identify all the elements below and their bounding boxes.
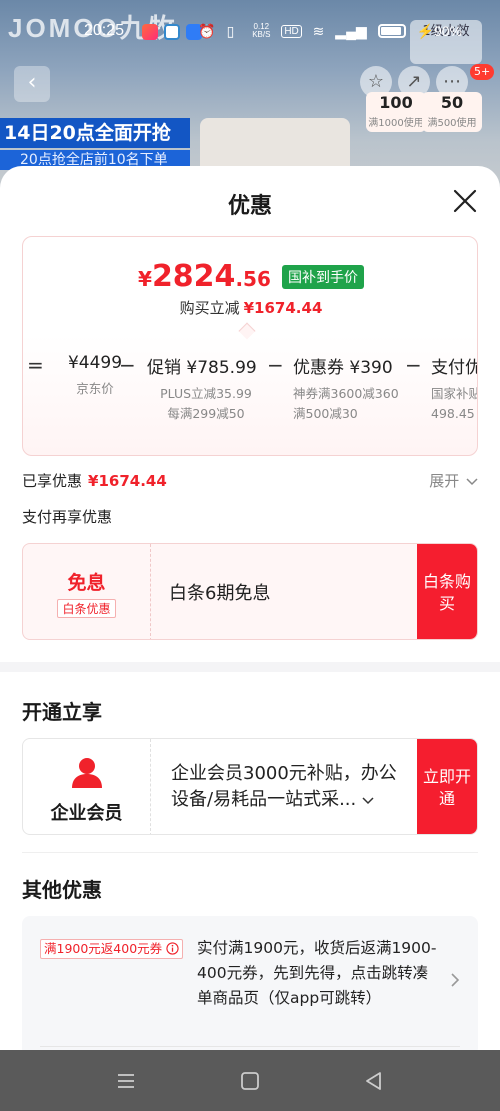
minus-sign: −: [267, 353, 284, 377]
other-offer-card[interactable]: 满1900元返400元券 实付满1900元，收货后返满1900-400元券，先到…: [22, 916, 478, 1050]
promotion-item: 促销 ¥785.99 PLUS立减35.99 每满299减50: [147, 358, 257, 421]
coupon-condition: 满500使用: [427, 118, 477, 129]
divider: [22, 852, 478, 853]
home-icon[interactable]: [239, 1070, 261, 1092]
battery-level: 90%: [433, 23, 462, 40]
close-icon[interactable]: [450, 186, 480, 216]
coupon-value: 50: [440, 93, 464, 112]
final-price: ¥2824.56: [138, 259, 271, 294]
coupon-card: 100 满1000使用: [366, 92, 426, 132]
app-notification-icon: [142, 23, 158, 40]
battery-icon: [377, 24, 406, 39]
hd-icon: HD: [281, 24, 302, 38]
signal-icon: ▂▄▆: [335, 22, 367, 39]
notification-badge: 5+: [470, 64, 495, 80]
open-section-title: 开通立享: [22, 700, 102, 724]
coupon-condition: 满1000使用: [368, 118, 424, 129]
enjoyed-discount: 已享优惠 ¥1674.44: [22, 472, 167, 490]
minus-sign: −: [405, 353, 422, 377]
gov-subsidy-tag: 国补到手价: [281, 264, 364, 289]
offer-description: 实付满1900元，收货后返满1900-400元券，先到先得，点击跳转凑单商品页（…: [197, 939, 437, 1007]
status-bar: 20:25 ⏰ ▯ 0.12 KB/S HD ≋ ▂▄▆ ⚡90%: [0, 16, 500, 50]
member-label: 企业会员: [50, 803, 123, 824]
app-notification-icon: [164, 23, 180, 40]
clock: 20:25: [84, 22, 125, 39]
vibrate-icon: ▯: [226, 22, 235, 39]
baitiao-tag: 白条优惠: [57, 599, 116, 618]
baitiao-description: 白条6期免息: [169, 583, 271, 604]
person-icon: [71, 758, 102, 788]
offer-tag: 满1900元返400元券: [40, 939, 184, 959]
enterprise-member-card: 企业会员 企业会员3000元补贴，办公设备/易耗品一站式采... 立即开通: [22, 738, 478, 835]
info-icon: [166, 942, 179, 955]
chevron-right-icon: [451, 973, 460, 987]
other-section-title: 其他优惠: [22, 878, 102, 902]
enjoyed-amount: ¥1674.44: [88, 472, 167, 490]
chevron-down-icon: [362, 797, 374, 805]
charging-icon: ⚡: [416, 22, 434, 39]
final-price-row: ¥2824.56 国补到手价: [23, 259, 477, 294]
member-left: 企业会员: [23, 739, 151, 834]
equals-sign: =: [27, 353, 44, 377]
baitiao-buy-button[interactable]: 白条购买: [417, 544, 477, 639]
section-gap: [0, 662, 500, 672]
promo-banner: 14日20点全面开抢: [0, 118, 190, 148]
network-speed: 0.12 KB/S: [252, 22, 271, 40]
interest-free-title: 免息: [67, 572, 106, 594]
payment-item: 支付优 国家补贴 498.45: [431, 358, 478, 421]
chevron-down-icon: [466, 478, 478, 486]
divider: [40, 1046, 460, 1047]
status-right: ⏰ ▯ 0.12 KB/S HD ≋ ▂▄▆ ⚡90%: [191, 22, 462, 40]
sheet-title: 优惠: [227, 194, 272, 219]
open-member-button[interactable]: 立即开通: [417, 739, 477, 834]
price-breakdown-card: ¥2824.56 国补到手价 购买立减 ¥1674.44 = ¥4499 京东价 …: [22, 236, 478, 456]
coupon-card: 50 满500使用: [422, 92, 482, 132]
discount-sheet: 优惠 ¥2824.56 国补到手价 购买立减 ¥1674.44 = ¥4499 京…: [0, 166, 500, 1050]
reduction-amount: ¥1674.44: [243, 299, 323, 317]
pointer-arrow: [238, 322, 256, 340]
baitiao-left: 免息 白条优惠: [23, 544, 151, 639]
purchase-reduction: 购买立减 ¥1674.44: [179, 299, 323, 317]
back-icon[interactable]: [363, 1070, 385, 1092]
wifi-icon: ≋: [312, 22, 325, 39]
minus-sign: −: [119, 353, 136, 377]
coupon-value: 100: [379, 93, 413, 112]
price-breakdown: = ¥4499 京东价 − 促销 ¥785.99 PLUS立减35.99 每满2…: [23, 343, 478, 453]
system-nav-bar: [0, 1050, 500, 1111]
alarm-icon: ⏰: [198, 22, 216, 39]
pay-more-discount-label: 支付再享优惠: [22, 508, 113, 526]
menu-icon[interactable]: [115, 1070, 137, 1092]
back-button[interactable]: ‹: [14, 66, 50, 102]
coupon-item: 优惠券 ¥390 神券满3600减360 满500减30: [293, 358, 399, 421]
baitiao-offer-card: 免息 白条优惠 白条6期免息 白条购买: [22, 543, 478, 640]
member-description[interactable]: 企业会员3000元补贴，办公设备/易耗品一站式采...: [171, 761, 405, 813]
expand-toggle[interactable]: 展开: [429, 470, 478, 491]
